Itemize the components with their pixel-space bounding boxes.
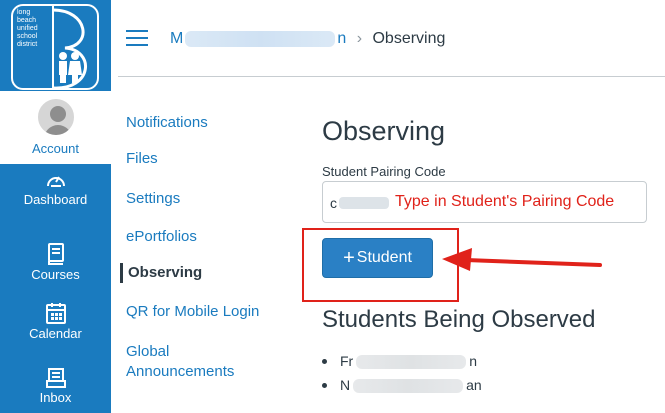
calendar-icon (45, 303, 66, 324)
observed-students-list: Fr n Nan (322, 349, 482, 397)
breadcrumb-user-start: M (170, 30, 184, 47)
global-nav-courses[interactable]: Courses (0, 243, 111, 282)
students-observed-heading: Students Being Observed (322, 306, 596, 333)
redacted-name (356, 355, 467, 370)
page-header: Mn › Observing (118, 0, 665, 80)
subnav-global-line1: Global (126, 343, 170, 360)
subnav-observing[interactable]: Observing (120, 263, 202, 283)
global-nav-calendar[interactable]: Calendar (0, 302, 111, 341)
breadcrumb-current: Observing (372, 30, 446, 47)
logo-text: long beach unified school district (17, 9, 53, 49)
annotation-arrow-icon (442, 248, 602, 271)
logo-line: beach (17, 17, 37, 24)
add-student-label: Student (356, 249, 412, 266)
student-name-end: an (466, 377, 482, 393)
breadcrumb-user-link[interactable]: Mn (170, 30, 346, 47)
logo-line: unified (17, 25, 38, 32)
add-student-button[interactable]: + Student (322, 238, 433, 278)
student-name-start: N (340, 377, 351, 393)
plus-icon: + (343, 247, 355, 269)
book-icon (47, 243, 64, 265)
subnav-settings[interactable]: Settings (126, 189, 180, 209)
global-nav-inbox[interactable]: Inbox (0, 368, 111, 405)
redacted-code (339, 197, 389, 209)
pairing-code-value: c (330, 195, 337, 211)
page-title: Observing (322, 116, 446, 146)
school-district-logo[interactable]: long beach unified school district (11, 4, 99, 90)
courses-label: Courses (31, 267, 80, 282)
subnav-qr-mobile-login[interactable]: QR for Mobile Login (126, 302, 259, 322)
avatar (35, 97, 76, 137)
speedometer-icon (46, 176, 65, 187)
calendar-label: Calendar (29, 326, 82, 341)
dashboard-label: Dashboard (23, 192, 88, 207)
redacted-name (185, 30, 336, 47)
student-name-start: Fr (340, 353, 354, 369)
global-nav: long beach unified school district Accou… (0, 0, 111, 413)
breadcrumb: Mn › Observing (170, 30, 445, 48)
pairing-code-label: Student Pairing Code (322, 164, 446, 179)
list-item[interactable]: Fr n (322, 349, 482, 373)
inbox-icon (45, 368, 66, 388)
account-label: Account (32, 141, 79, 156)
list-item[interactable]: Nan (322, 373, 482, 397)
header-divider (118, 76, 665, 77)
student-name-end: n (469, 353, 478, 369)
logo-line: school (17, 33, 38, 40)
subnav-global-line2: Announcements (126, 363, 235, 380)
pairing-code-input[interactable]: c Type in Student's Pairing Code (322, 181, 647, 223)
subnav-global-announcements[interactable]: Global Announcements (126, 342, 234, 382)
subnav-notifications[interactable]: Notifications (126, 113, 208, 133)
hamburger-menu-icon[interactable] (126, 30, 148, 48)
global-nav-account[interactable]: Account (0, 91, 111, 164)
breadcrumb-separator: › (356, 30, 363, 47)
logo-line: long (17, 9, 31, 16)
redacted-name (353, 379, 464, 394)
logo-line: district (17, 41, 38, 48)
annotation-text: Type in Student's Pairing Code (395, 193, 615, 210)
global-nav-dashboard[interactable]: Dashboard (0, 170, 111, 207)
subnav-files[interactable]: Files (126, 149, 158, 169)
inbox-label: Inbox (39, 390, 72, 405)
subnav-eportfolios[interactable]: ePortfolios (126, 227, 197, 247)
breadcrumb-user-end: n (337, 30, 347, 47)
